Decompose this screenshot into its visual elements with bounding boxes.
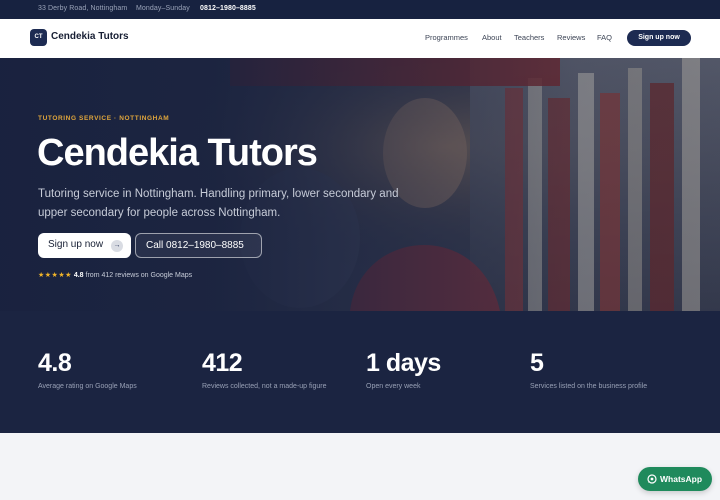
address-text: 33 Derby Road, Nottingham	[38, 5, 128, 12]
stat-label: Open every week	[366, 383, 421, 390]
nav-link-faq[interactable]: FAQ	[597, 33, 612, 42]
logo-icon[interactable]: CT	[30, 29, 47, 46]
whatsapp-label: WhatsApp	[660, 474, 703, 484]
rating-stars: ★★★★★	[38, 272, 72, 279]
hero-signup-label: Sign up now	[48, 239, 104, 250]
nav-link-teachers[interactable]: Teachers	[514, 33, 544, 42]
hero-eyebrow: TUTORING SERVICE · NOTTINGHAM	[38, 115, 170, 122]
stat-value: 5	[530, 349, 544, 377]
opening-hours-text: Monday–Sunday	[136, 5, 190, 12]
stat-label: Services listed on the business profile	[530, 383, 648, 390]
stat-value: 412	[202, 349, 243, 377]
nav-link-programmes[interactable]: Programmes	[425, 33, 468, 42]
main-navigation: CT Cendekia Tutors Programmes About Teac…	[0, 19, 720, 58]
brand-name[interactable]: Cendekia Tutors	[51, 31, 129, 42]
stat-item: 4.8 Average rating on Google Maps	[38, 349, 198, 390]
stat-item: 1 days Open every week	[366, 349, 526, 390]
arrow-right-icon: →	[111, 240, 123, 252]
stat-value: 1 days	[366, 349, 441, 377]
stat-label: Reviews collected, not a made-up figure	[202, 383, 327, 390]
hero-subtitle: Tutoring service in Nottingham. Handling…	[38, 188, 399, 219]
top-info-bar: 33 Derby Road, Nottingham Monday–Sunday …	[0, 0, 720, 19]
hero-title: Cendekia Tutors	[37, 132, 318, 174]
stat-value: 4.8	[38, 349, 72, 377]
nav-link-about[interactable]: About	[482, 33, 502, 42]
hero-signup-button[interactable]: Sign up now →	[38, 233, 131, 258]
stat-item: 412 Reviews collected, not a made-up fig…	[202, 349, 362, 390]
stat-item: 5 Services listed on the business profil…	[530, 349, 690, 390]
whatsapp-button[interactable]: WhatsApp	[638, 467, 712, 491]
rating-score: 4.8	[73, 272, 84, 279]
rating-text: from 412 reviews on Google Maps	[85, 272, 193, 279]
stats-section: 4.8 Average rating on Google Maps 412 Re…	[0, 311, 720, 433]
hero-rating: ★★★★★ 4.8 from 412 reviews on Google Map…	[38, 271, 192, 279]
phone-link[interactable]: 0812–1980–8885	[200, 5, 256, 12]
nav-signup-button[interactable]: Sign up now	[627, 30, 691, 46]
whatsapp-icon	[647, 474, 657, 484]
stat-label: Average rating on Google Maps	[38, 383, 137, 390]
hero-call-label: Call 0812–1980–8885	[146, 240, 244, 251]
nav-link-reviews[interactable]: Reviews	[557, 33, 585, 42]
hero-section: TUTORING SERVICE · NOTTINGHAM Cendekia T…	[0, 58, 720, 311]
hero-call-button[interactable]: Call 0812–1980–8885	[135, 233, 262, 258]
next-section	[0, 433, 720, 500]
